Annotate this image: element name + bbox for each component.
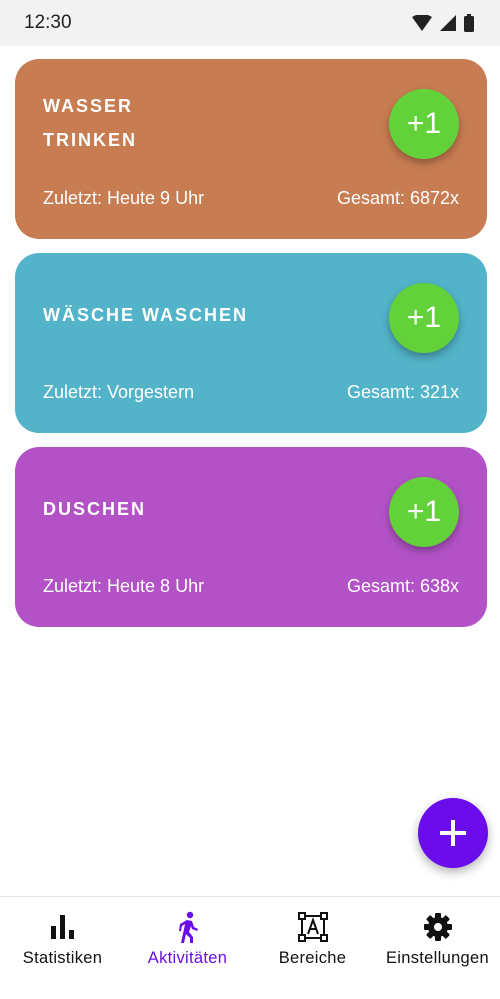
status-icons: [412, 14, 474, 32]
nav-item-bereiche[interactable]: Bereiche: [250, 897, 375, 999]
activity-total-count: Gesamt: 638x: [346, 576, 459, 596]
bottom-navigation: Statistiken Aktivitäten Bereiche Einstel…: [0, 896, 500, 999]
increment-button[interactable]: +1: [389, 477, 459, 547]
activity-last-time: Zuletzt: Vorgestern: [43, 382, 195, 402]
gear-icon: [422, 911, 454, 943]
plus-icon: [440, 820, 466, 846]
text-frame-icon: [297, 911, 329, 943]
activity-total-count: Gesamt: 6872x: [336, 188, 459, 208]
increment-button[interactable]: +1: [389, 89, 459, 159]
nav-label: Aktivitäten: [147, 949, 228, 967]
wifi-icon: [412, 15, 432, 31]
activity-title: WASSER TRINKEN: [43, 96, 137, 150]
add-activity-button[interactable]: [418, 798, 488, 868]
activity-title: WÄSCHE WASCHEN: [43, 305, 249, 325]
increment-button[interactable]: +1: [389, 283, 459, 353]
activity-total-count: Gesamt: 321x: [346, 382, 459, 402]
bar-chart-icon: [47, 911, 79, 943]
cellular-signal-icon: [440, 15, 456, 31]
activity-card-waesche-waschen[interactable]: WÄSCHE WASCHEN +1 Zuletzt: Vorgestern Ge…: [15, 253, 487, 433]
nav-label: Einstellungen: [386, 949, 489, 967]
status-bar: 12:30: [0, 0, 500, 46]
nav-label: Statistiken: [22, 949, 103, 967]
nav-label: Bereiche: [278, 949, 347, 967]
activity-card-duschen[interactable]: DUSCHEN +1 Zuletzt: Heute 8 Uhr Gesamt: …: [15, 447, 487, 627]
nav-item-aktivitaeten[interactable]: Aktivitäten: [125, 897, 250, 999]
nav-item-statistiken[interactable]: Statistiken: [0, 897, 125, 999]
status-time: 12:30: [24, 12, 72, 33]
walking-person-icon: [172, 911, 204, 943]
activity-last-time: Zuletzt: Heute 8 Uhr: [43, 576, 205, 596]
nav-item-einstellungen[interactable]: Einstellungen: [375, 897, 500, 999]
activity-title: DUSCHEN: [43, 499, 147, 519]
activity-card-wasser-trinken[interactable]: WASSER TRINKEN +1 Zuletzt: Heute 9 Uhr G…: [15, 59, 487, 239]
activity-last-time: Zuletzt: Heute 9 Uhr: [43, 188, 205, 208]
battery-icon: [464, 14, 474, 32]
